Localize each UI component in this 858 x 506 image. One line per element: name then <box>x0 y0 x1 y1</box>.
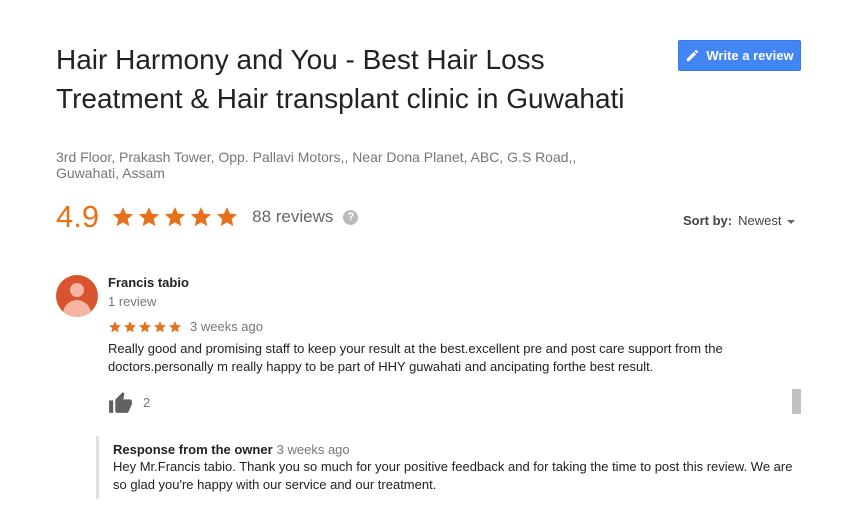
owner-response-time: 3 weeks ago <box>276 442 350 457</box>
reviewer-name[interactable]: Francis tabio <box>108 275 189 290</box>
sort-dropdown[interactable]: Sort by: Newest <box>683 213 796 228</box>
business-title: Hair Harmony and You - Best Hair Loss Tr… <box>56 44 625 114</box>
write-review-button[interactable]: Write a review <box>678 40 801 71</box>
star-icon <box>138 207 160 227</box>
owner-response-title: Response from the owner <box>113 442 273 457</box>
review-rating-row: 3 weeks ago <box>108 319 263 334</box>
pencil-icon <box>687 49 699 62</box>
rating-stars <box>111 205 239 229</box>
star-icon <box>112 207 134 227</box>
business-address: 3rd Floor, Prakash Tower, Opp. Pallavi M… <box>56 149 577 181</box>
like-row: 2 <box>108 391 150 414</box>
like-count: 2 <box>143 395 151 410</box>
rating-value: 4.9 <box>56 199 100 234</box>
star-icon <box>190 207 212 227</box>
star-icon <box>216 207 238 227</box>
avatar-head <box>70 283 84 297</box>
star-icon <box>154 320 166 332</box>
star-icon <box>109 320 121 332</box>
star-icon <box>124 320 136 332</box>
owner-response-header: Response from the owner 3 weeks ago <box>113 442 796 457</box>
owner-response: Response from the owner 3 weeks ago Hey M… <box>96 436 796 499</box>
star-icon <box>139 320 151 332</box>
reviews-count-link[interactable]: 88 reviews <box>252 207 333 227</box>
sort-value[interactable]: Newest <box>738 213 781 228</box>
scrollbar-thumb[interactable] <box>792 389 801 414</box>
write-review-label: Write a review <box>706 48 794 63</box>
review-time: 3 weeks ago <box>190 319 263 334</box>
reviewer-review-count: 1 review <box>108 294 157 309</box>
thumbs-up-icon[interactable] <box>108 391 133 414</box>
review-text: Really good and promising staff to keep … <box>108 341 723 374</box>
avatar-body <box>63 300 91 317</box>
review-stars <box>108 320 182 334</box>
rating-summary: 4.9 88 reviews ? <box>56 199 359 234</box>
owner-response-text: Hey Mr.Francis tabio. Thank you so much … <box>113 459 793 492</box>
star-icon <box>169 320 181 332</box>
help-icon[interactable]: ? <box>343 209 359 225</box>
avatar[interactable] <box>56 275 98 317</box>
star-icon <box>164 207 186 227</box>
sort-label: Sort by: <box>683 213 733 228</box>
caret-down-icon[interactable] <box>787 219 796 224</box>
